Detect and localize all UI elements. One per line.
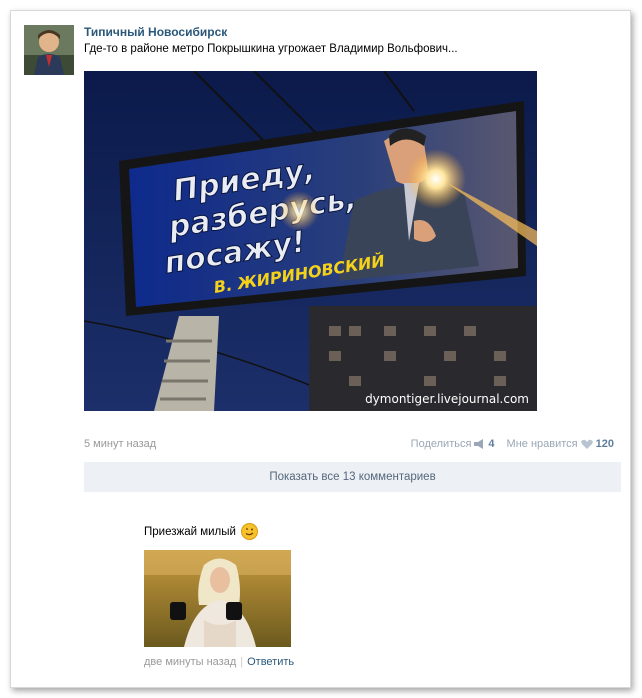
author-avatar[interactable] xyxy=(24,25,74,75)
share-label: Поделиться xyxy=(410,438,472,450)
comment: Приезжай милый xyxy=(144,523,258,540)
separator: | xyxy=(240,656,244,668)
post-photo[interactable]: Приеду, разберусь, посажу! В. ЖИРИНОВСКИ… xyxy=(84,71,537,411)
post-text: Где-то в районе метро Покрышкина угрожае… xyxy=(84,43,458,55)
comment-text: Приезжай милый xyxy=(144,525,236,538)
photo-watermark: dymontiger.livejournal.com xyxy=(365,392,529,406)
like-count: 120 xyxy=(595,438,614,450)
like-label: Мне нравится xyxy=(506,438,578,450)
post-time[interactable]: 5 минут назад xyxy=(84,438,156,450)
comment-meta: две минуты назад | Ответить xyxy=(144,656,294,668)
comment-photo[interactable] xyxy=(144,550,291,647)
heart-icon xyxy=(580,439,593,449)
author-name[interactable]: Типичный Новосибирск xyxy=(84,25,227,39)
post-actions: Поделиться 4 Мне нравится 120 xyxy=(411,438,614,450)
share-button[interactable]: Поделиться 4 xyxy=(411,438,495,450)
reply-link[interactable]: Ответить xyxy=(247,656,294,668)
like-button[interactable]: Мне нравится 120 xyxy=(507,438,614,450)
megaphone-icon xyxy=(474,439,484,449)
wink-emoji-icon xyxy=(240,523,258,540)
show-all-comments-button[interactable]: Показать все 13 комментариев xyxy=(84,462,621,492)
post-card: Типичный Новосибирск Где-то в районе мет… xyxy=(10,10,631,688)
share-count: 4 xyxy=(488,438,495,450)
comment-time[interactable]: две минуты назад xyxy=(144,656,236,668)
